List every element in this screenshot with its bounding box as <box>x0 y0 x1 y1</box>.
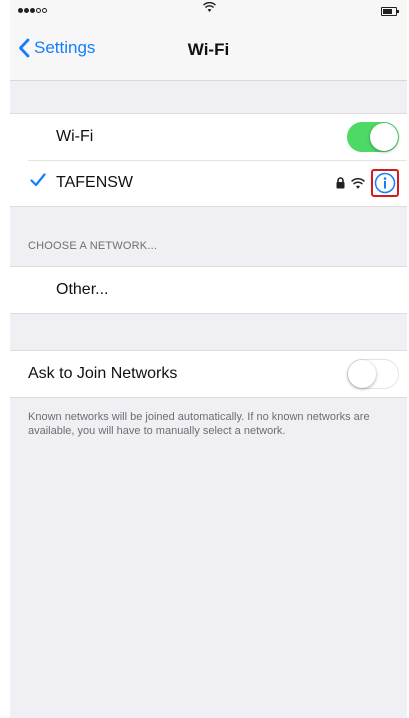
ask-to-join-group: Ask to Join Networks <box>10 350 407 398</box>
wifi-group: Wi-Fi TAFENSW <box>10 113 407 207</box>
wifi-toggle-switch[interactable] <box>347 122 399 152</box>
lock-icon <box>336 177 345 189</box>
phone-screen: Settings Wi-Fi Wi-Fi TAFENSW CHOOSE A NE… <box>10 0 407 718</box>
navigation-bar: Settings Wi-Fi <box>10 20 407 81</box>
other-network-row[interactable]: Other... <box>10 267 407 313</box>
network-name: TAFENSW <box>56 174 134 191</box>
info-button[interactable] <box>371 169 399 197</box>
ask-to-join-note: Known networks will be joined automatica… <box>28 411 370 437</box>
ask-to-join-label: Ask to Join Networks <box>28 365 178 382</box>
battery-icon <box>381 7 399 16</box>
signal-dots-icon <box>18 8 47 13</box>
wifi-icon <box>351 177 365 189</box>
other-network-label: Other... <box>56 281 109 298</box>
status-bar <box>10 0 407 20</box>
ask-to-join-switch[interactable] <box>347 359 399 389</box>
ask-to-join-row: Ask to Join Networks <box>10 351 407 397</box>
checkmark-icon <box>30 173 46 187</box>
network-row-tafensw[interactable]: TAFENSW <box>10 160 407 206</box>
wifi-toggle-row: Wi-Fi <box>10 114 407 160</box>
wifi-toggle-label: Wi-Fi <box>56 128 94 145</box>
wifi-icon <box>203 2 216 12</box>
page-title: Wi-Fi <box>187 40 230 59</box>
info-icon <box>374 172 396 194</box>
other-network-group: Other... <box>10 266 407 314</box>
choose-network-header: CHOOSE A NETWORK... <box>28 240 158 252</box>
